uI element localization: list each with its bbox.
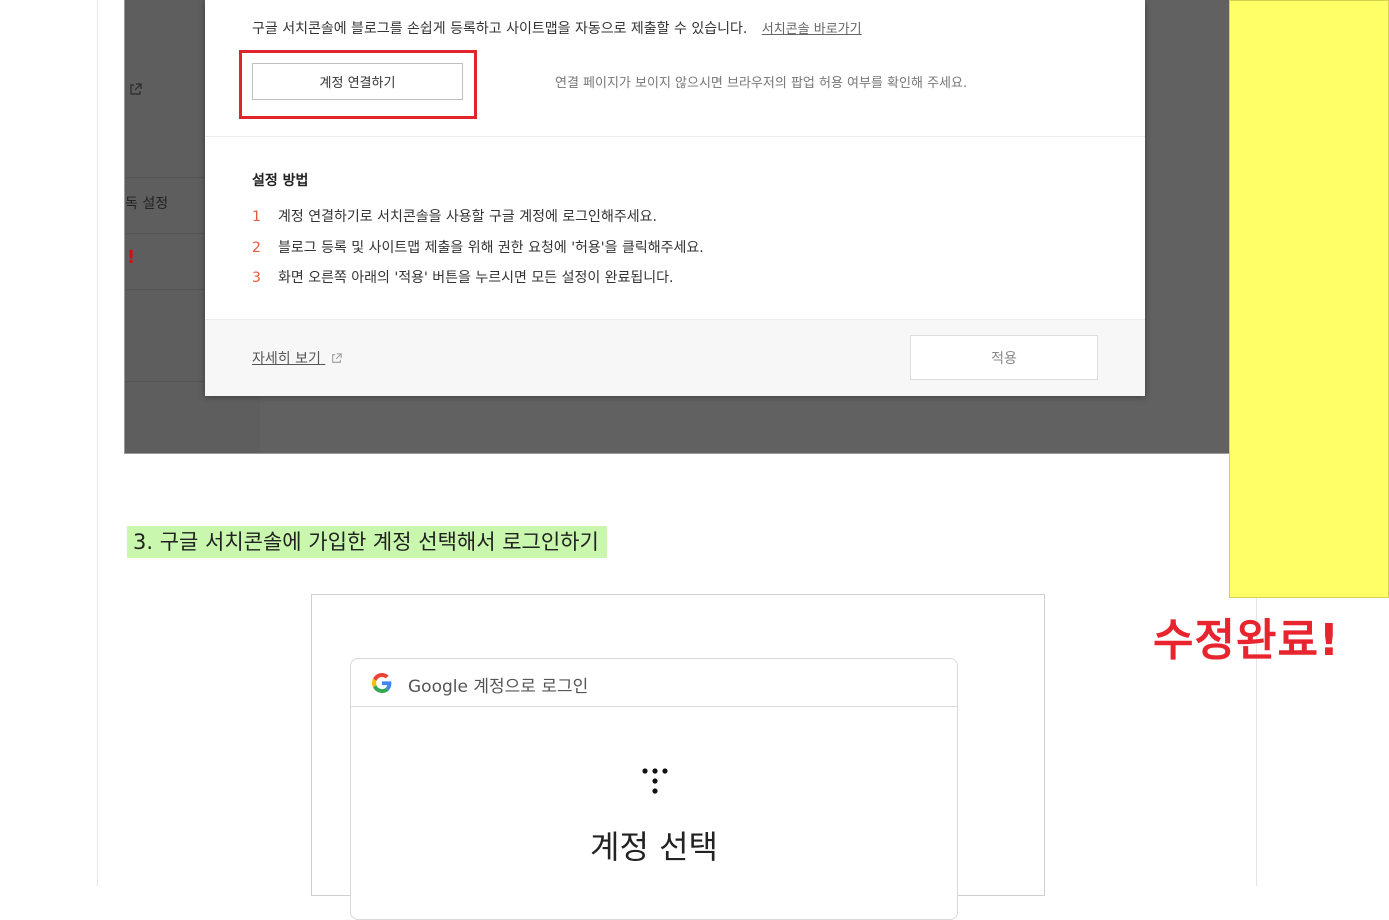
sidebar-partial-label: 독 설정 [125,196,169,212]
step-number: 1 [252,209,261,225]
step-item: 2 블로그 등록 및 사이트맵 제출을 위해 권한 요청에 '허용'을 클릭해주세… [252,237,704,257]
description-text: 구글 서치콘솔에 블로그를 손쉽게 등록하고 사이트맵을 자동으로 제출할 수 … [252,21,748,37]
google-login-title: Google 계정으로 로그인 [408,677,589,697]
screenshot-google-login: Google 계정으로 로그인 계정 선택 [311,594,1045,920]
popup-note: 연결 페이지가 보이지 않으시면 브라우저의 팝업 허용 여부를 확인해 주세요… [555,76,968,91]
app-dots-icon [642,768,668,794]
search-console-link[interactable]: 서치콘솔 바로가기 [762,22,862,37]
external-link-icon [332,353,342,363]
more-details-link[interactable]: 자세히 보기 [252,348,342,368]
step-number: 3 [252,270,261,286]
modal-divider [205,136,1145,137]
screenshot-search-console-settings: 독 설정 ! 구글 서치콘솔에 블로그를 손쉽게 등록하고 사이트맵을 자동으로… [124,0,1231,454]
step-item: 1 계정 연결하기로 서치콘솔을 사용할 구글 계정에 로그인해주세요. [252,206,657,226]
modal-description: 구글 서치콘솔에 블로그를 손쉽게 등록하고 사이트맵을 자동으로 제출할 수 … [252,18,862,38]
post-left-rule [97,0,98,886]
steps-title: 설정 방법 [252,173,309,189]
google-g-icon [372,673,392,693]
edit-complete-label: 수정완료! [1153,615,1340,666]
google-login-card: Google 계정으로 로그인 계정 선택 [350,658,958,920]
red-highlight-box [239,50,477,119]
external-link-icon [130,83,142,95]
step-caption: 3. 구글 서치콘솔에 가입한 계정 선택해서 로그인하기 [127,526,607,558]
choose-account-heading: 계정 선택 [590,828,718,866]
google-login-header: Google 계정으로 로그인 [351,659,957,707]
apply-button[interactable]: 적용 [910,335,1098,380]
step-text: 계정 연결하기로 서치콘솔을 사용할 구글 계정에 로그인해주세요. [278,209,657,225]
step-number: 2 [252,240,261,256]
step-text: 블로그 등록 및 사이트맵 제출을 위해 권한 요청에 '허용'을 클릭해주세요… [278,240,704,256]
search-console-modal: 구글 서치콘솔에 블로그를 손쉽게 등록하고 사이트맵을 자동으로 제출할 수 … [205,0,1145,396]
step-text: 화면 오른쪽 아래의 '적용' 버튼을 누르시면 모든 설정이 완료됩니다. [278,270,674,286]
more-details-label: 자세히 보기 [252,351,321,367]
modal-footer: 자세히 보기 적용 [205,319,1145,396]
step-item: 3 화면 오른쪽 아래의 '적용' 버튼을 누르시면 모든 설정이 완료됩니다. [252,267,674,287]
sidebar-alert-mark: ! [127,247,136,268]
yellow-note [1229,0,1389,598]
